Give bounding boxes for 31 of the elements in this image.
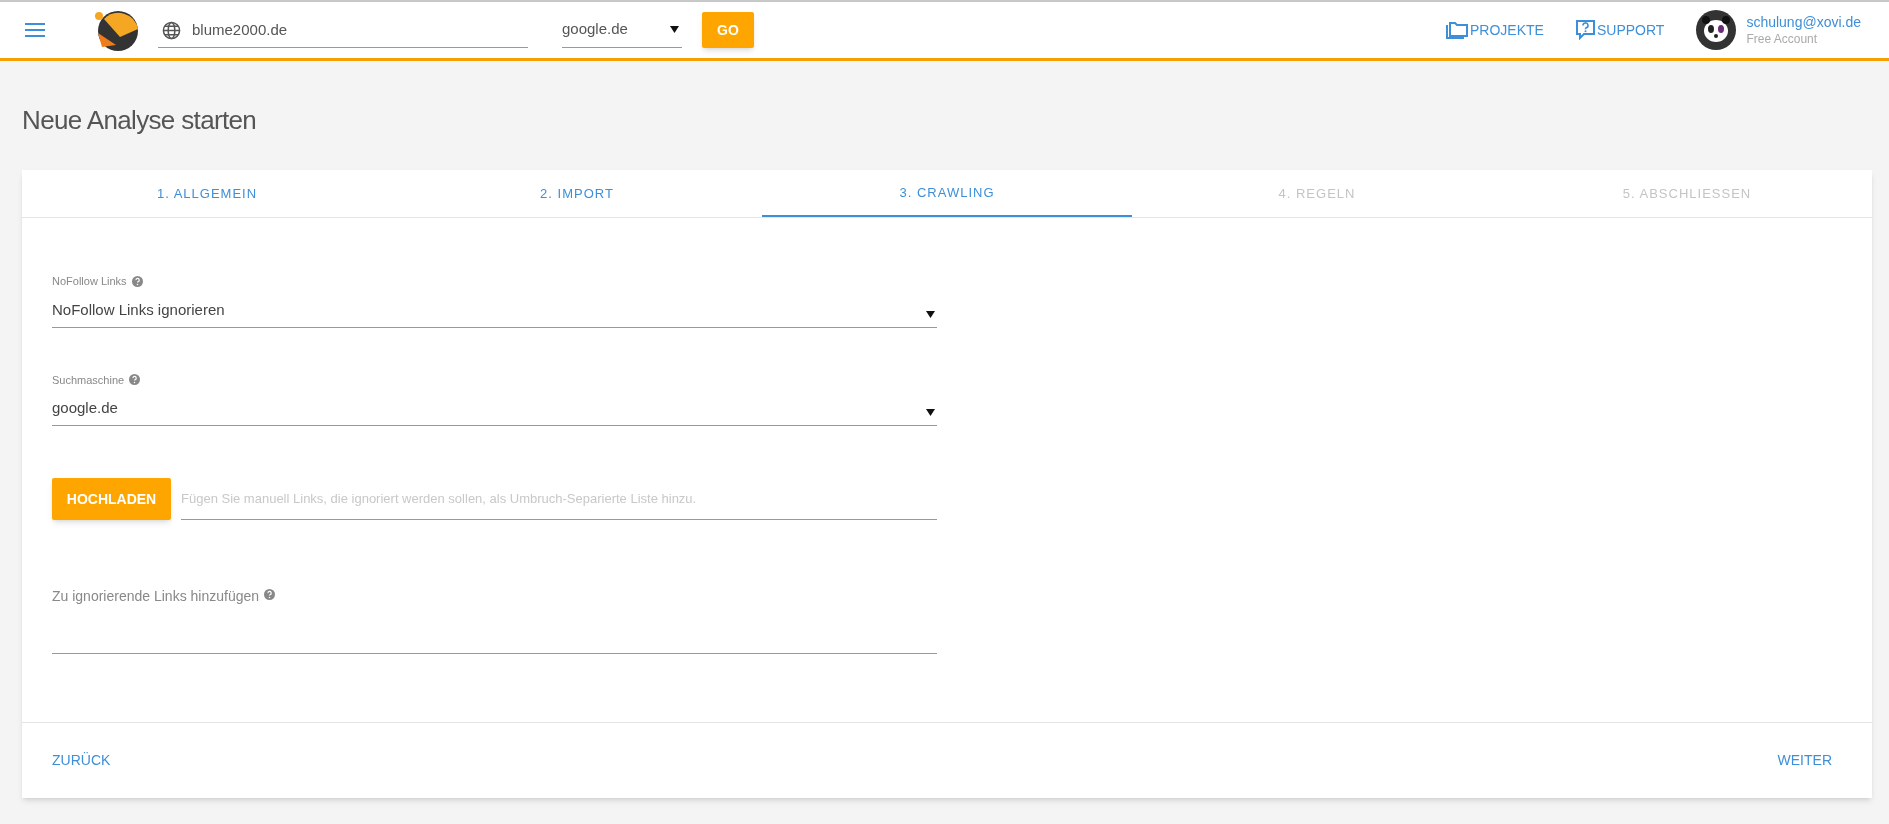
help-icon[interactable] <box>129 374 141 386</box>
textarea-label: Zu ignorierende Links hinzufügen <box>52 587 260 606</box>
step-tab[interactable]: 1. ALLGEMEIN <box>22 170 392 217</box>
go-button[interactable]: GO <box>702 12 754 48</box>
dropdown-arrow-icon <box>926 409 935 416</box>
folder-icon <box>1446 21 1469 39</box>
back-link[interactable]: ZURÜCK <box>52 750 111 771</box>
help-icon[interactable] <box>264 589 276 600</box>
menu-icon[interactable] <box>25 23 45 37</box>
account-plan: Free Account <box>1746 31 1819 47</box>
dropdown-field[interactable]: NoFollow Links ignorieren <box>52 293 937 328</box>
page-title: Neue Analyse starten <box>22 104 258 137</box>
nav-link[interactable]: PROJEKTE <box>1446 19 1544 41</box>
search-engine-dropdown[interactable]: google.de <box>562 12 682 48</box>
links-textarea[interactable]: Zu ignorierende Links hinzufügen <box>52 572 937 654</box>
dropdown-arrow-icon <box>926 310 935 318</box>
dropdown-field[interactable]: google.de <box>52 392 937 426</box>
step-tab[interactable]: 3. CRAWLING <box>762 170 1132 217</box>
panda-avatar-icon[interactable] <box>1696 10 1737 50</box>
dropdown-arrow-icon <box>670 26 679 33</box>
user-email[interactable]: schulung@xovi.de <box>1746 13 1861 31</box>
upload-button[interactable]: HOCHLADEN <box>52 478 171 520</box>
next-link[interactable]: WEITER <box>1777 750 1832 771</box>
nav-link[interactable]: SUPPORT <box>1575 19 1665 41</box>
field-label: NoFollow Links <box>52 274 127 289</box>
help-bubble-icon <box>1575 20 1595 40</box>
field-label: Suchmaschine <box>52 372 125 388</box>
help-icon[interactable] <box>131 275 143 287</box>
step-tab[interactable]: 2. IMPORT <box>392 170 762 217</box>
globe-icon <box>162 21 181 40</box>
url-field[interactable]: blume2000.de <box>158 12 528 48</box>
